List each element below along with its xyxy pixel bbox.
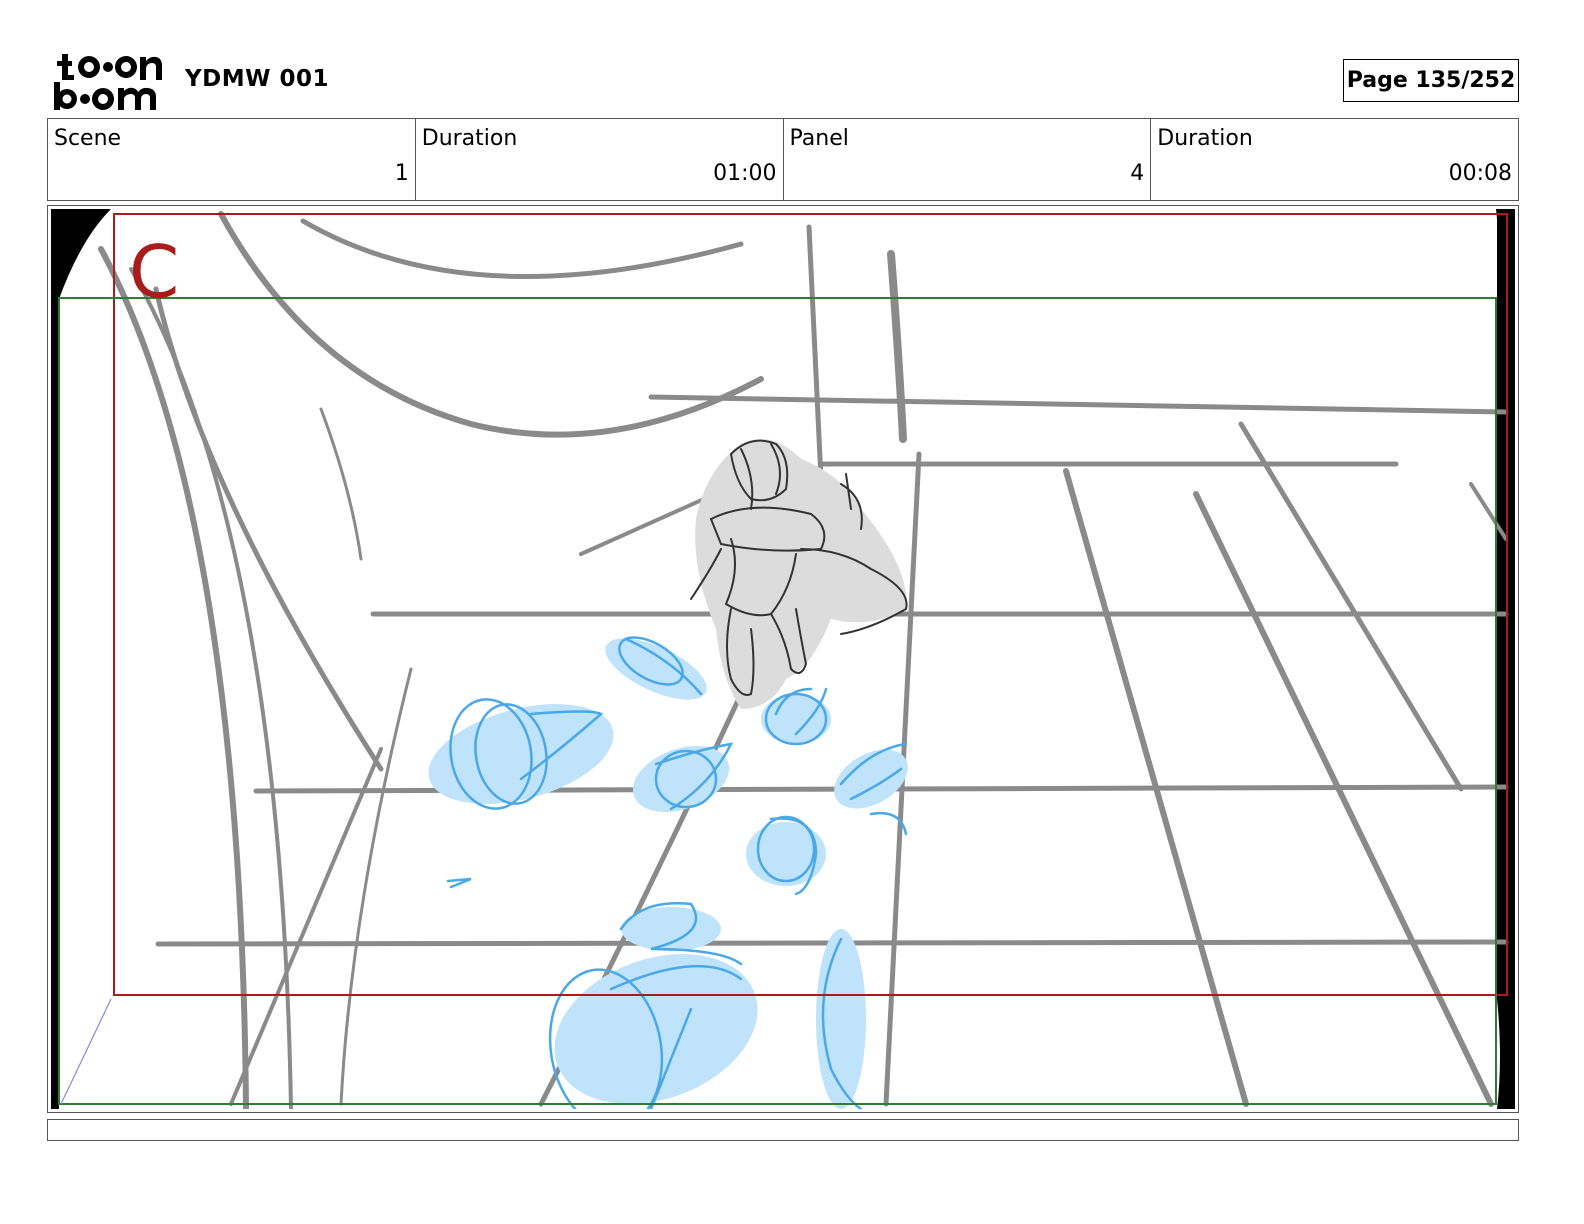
panel-label: Panel (789, 126, 849, 151)
storyboard-panel-image: C (51, 209, 1515, 1109)
corner-marker: C (129, 230, 179, 314)
storyboard-sketch: C (58, 209, 1509, 1109)
panel-info-table: Scene 1 Duration 01:00 Panel 4 Duration … (47, 118, 1519, 201)
toon-boom-logo-icon (54, 54, 162, 110)
scene-duration-label: Duration (421, 126, 518, 151)
scene-label: Scene (54, 126, 122, 151)
panel-duration-value: 00:08 (1448, 161, 1512, 186)
scene-duration-value: 01:00 (713, 161, 777, 186)
panel-duration-cell: Duration 00:08 (1151, 119, 1518, 200)
panel-value: 4 (1130, 161, 1145, 186)
project-title: YDMW 001 (185, 66, 330, 92)
scene-duration-cell: Duration 01:00 (416, 119, 784, 200)
toon-boom-logo (52, 52, 164, 112)
page-indicator: Page 135/252 (1343, 59, 1519, 102)
caption-box (47, 1119, 1519, 1141)
panel-cell: Panel 4 (784, 119, 1152, 200)
panel-duration-label: Duration (1157, 126, 1253, 151)
scene-value: 1 (394, 161, 409, 186)
scene-cell: Scene 1 (48, 119, 416, 200)
